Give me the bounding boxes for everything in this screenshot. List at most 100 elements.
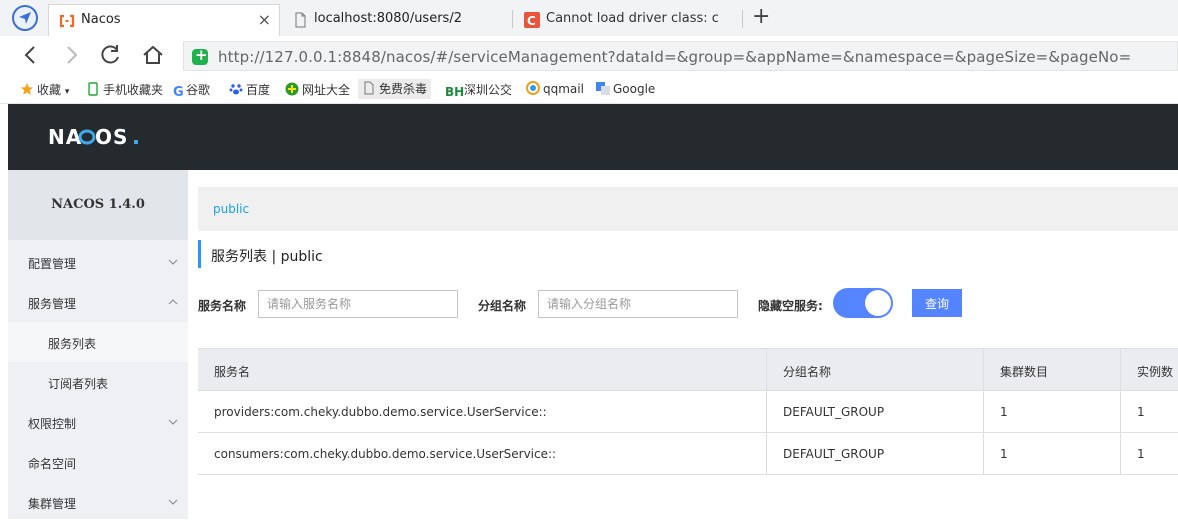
nacos-logo-icon: NA OS: [48, 125, 138, 149]
star-icon: [20, 82, 34, 96]
bookmark-label: 网址大全: [302, 83, 351, 97]
bookmark-hao123[interactable]: 网址大全: [285, 81, 350, 98]
sidebar-item-config-management[interactable]: 配置管理: [8, 242, 188, 282]
bookmark-antivirus[interactable]: 免费杀毒: [358, 79, 432, 99]
bus-logo-icon: BH: [445, 85, 465, 99]
sidebar-item-label: 命名空间: [28, 457, 77, 471]
bookmark-google-cn[interactable]: G 谷歌: [173, 81, 211, 100]
tab-divider: [512, 10, 513, 28]
mobile-icon: [86, 82, 100, 96]
chevron-down-icon: [168, 416, 178, 430]
bookmark-baidu[interactable]: 百度: [229, 81, 270, 98]
chevron-down-icon: [168, 496, 178, 510]
bookmark-label: qqmail: [543, 82, 584, 96]
cell-instance-count: 1: [1120, 391, 1178, 433]
sidebar-item-namespace[interactable]: 命名空间: [8, 442, 188, 482]
bookmark-shenzhen-bus[interactable]: BH深圳公交: [445, 81, 512, 99]
bookmark-label: 手机收藏夹: [103, 83, 164, 97]
namespace-bar: public: [198, 187, 1178, 231]
baidu-paw-icon: [229, 82, 243, 96]
bookmark-label: 深圳公交: [464, 83, 513, 97]
error-page-icon: C: [524, 12, 540, 28]
bookmark-google[interactable]: Google: [596, 81, 655, 96]
header-instance-count[interactable]: 实例数: [1120, 349, 1178, 391]
home-icon[interactable]: [140, 42, 166, 68]
browser-logo-icon[interactable]: [12, 5, 38, 31]
page-title-text: 服务列表 | public: [211, 249, 323, 265]
header-service-name[interactable]: 服务名: [198, 349, 766, 391]
service-table: 服务名 分组名称 集群数目 实例数 providers:com.cheky.du…: [198, 348, 1178, 475]
table-row[interactable]: providers:com.cheky.dubbo.demo.service.U…: [198, 391, 1178, 433]
tab-title: Nacos: [81, 12, 121, 27]
forward-icon[interactable]: [58, 42, 84, 68]
sidebar-item-label: 服务列表: [48, 337, 97, 351]
reload-icon[interactable]: [98, 42, 124, 68]
back-icon[interactable]: [18, 42, 44, 68]
bookmark-label: 谷歌: [186, 83, 211, 97]
tab-localhost-users[interactable]: localhost:8080/users/2: [282, 4, 508, 36]
new-tab-icon[interactable]: +: [752, 4, 770, 29]
sidebar-item-label: 集群管理: [28, 497, 77, 511]
secure-site-icon: [192, 46, 208, 65]
google-translate-icon: [596, 81, 610, 95]
header-cluster-count[interactable]: 集群数目: [983, 349, 1120, 391]
bookmark-favorites[interactable]: 收藏 ▾: [20, 81, 69, 98]
tab-nacos[interactable]: Nacos ×: [48, 4, 280, 36]
browser-tab-bar: Nacos × localhost:8080/users/2 C Cannot …: [0, 0, 1178, 36]
main-content: public 服务列表 | public 服务名称 分组名称 隐藏空服务: 查询…: [188, 170, 1178, 519]
sidebar-item-label: 订阅者列表: [48, 377, 109, 391]
sidebar-item-label: 配置管理: [28, 257, 77, 271]
sidebar: NACOS 1.4.0 配置管理 服务管理 服务列表 订阅者列表 权限控制 命名…: [8, 170, 188, 519]
cell-service-name: providers:com.cheky.dubbo.demo.service.U…: [214, 405, 547, 419]
cell-group-name: DEFAULT_GROUP: [766, 433, 983, 475]
query-button[interactable]: 查询: [912, 289, 962, 317]
google-icon: G: [173, 85, 184, 100]
group-name-label: 分组名称: [478, 299, 527, 313]
toggle-knob: [865, 290, 891, 316]
address-bar[interactable]: http://127.0.0.1:8848/nacos/#/serviceMan…: [183, 41, 1178, 71]
version-header: NACOS 1.4.0: [8, 170, 188, 240]
document-icon: [292, 12, 308, 28]
sidebar-item-service-management[interactable]: 服务管理: [8, 282, 188, 322]
nacos-favicon-icon: [59, 13, 75, 29]
bookmark-mobile[interactable]: 手机收藏夹: [86, 81, 163, 98]
svg-text:NA: NA: [48, 125, 82, 148]
sidebar-item-label: 服务管理: [28, 297, 77, 311]
service-name-input[interactable]: [258, 290, 458, 318]
qqmail-icon: [526, 81, 540, 95]
dropdown-icon: ▾: [64, 87, 70, 97]
cell-cluster-count: 1: [983, 391, 1120, 433]
sidebar-item-cluster-management[interactable]: 集群管理: [8, 482, 188, 522]
bookmark-qqmail[interactable]: qqmail: [526, 81, 584, 96]
bookmark-label: 收藏: [37, 83, 62, 97]
version-label: NACOS 1.4.0: [51, 197, 145, 212]
hide-empty-label: 隐藏空服务:: [758, 299, 823, 313]
url-text[interactable]: http://127.0.0.1:8848/nacos/#/serviceMan…: [218, 48, 1131, 66]
svg-text:C: C: [527, 14, 536, 28]
header-group-name[interactable]: 分组名称: [766, 349, 983, 391]
nacos-logo[interactable]: NA OS: [48, 124, 144, 153]
svg-text:OS: OS: [95, 125, 128, 148]
cell-cluster-count: 1: [983, 433, 1120, 475]
table-row[interactable]: consumers:com.cheky.dubbo.demo.service.U…: [198, 433, 1178, 475]
table-header-row: 服务名 分组名称 集群数目 实例数: [198, 349, 1178, 391]
bookmark-label: Google: [613, 82, 656, 96]
page-title: 服务列表 | public: [198, 240, 323, 268]
tab-cannot-load-driver[interactable]: C Cannot load driver class: com: [514, 4, 718, 36]
browser-navigation-bar: http://127.0.0.1:8848/nacos/#/serviceMan…: [0, 36, 1178, 74]
tab-title: localhost:8080/users/2: [314, 11, 462, 26]
bookmarks-bar: 收藏 ▾ 手机收藏夹 G 谷歌 百度 网址大全 免费杀毒 BH深圳公交 qqmai…: [0, 74, 1178, 104]
group-name-input[interactable]: [538, 290, 738, 318]
hide-empty-toggle[interactable]: [833, 288, 893, 318]
service-name-label: 服务名称: [198, 299, 247, 313]
chevron-up-icon: [168, 296, 178, 310]
chevron-down-icon: [168, 256, 178, 270]
namespace-link-public[interactable]: public: [213, 202, 249, 216]
close-icon[interactable]: ×: [258, 10, 271, 29]
sidebar-item-access-control[interactable]: 权限控制: [8, 402, 188, 442]
sidebar-item-service-list[interactable]: 服务列表: [8, 322, 188, 362]
sidebar-item-subscriber-list[interactable]: 订阅者列表: [8, 362, 188, 402]
document-icon: [362, 81, 376, 95]
tab-divider: [742, 10, 743, 28]
bookmark-label: 免费杀毒: [379, 82, 428, 96]
